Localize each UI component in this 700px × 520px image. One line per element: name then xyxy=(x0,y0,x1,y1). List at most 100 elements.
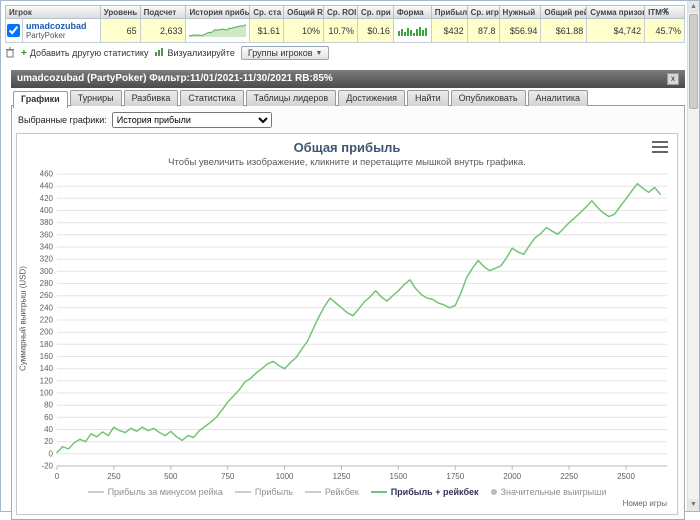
player-groups-button[interactable]: Группы игроков ▼ xyxy=(240,46,330,60)
scroll-down-icon[interactable]: ▼ xyxy=(688,499,699,511)
column-header-avg-games[interactable]: Ср. игр xyxy=(467,5,500,19)
panel-body: Выбранные графики: История прибыли Общая… xyxy=(11,106,685,520)
itm-value: 45.7% xyxy=(645,19,685,43)
tab-tournaments[interactable]: Турниры xyxy=(69,90,122,106)
legend-profit-plus-rakeback[interactable]: Прибыль + рейкбек xyxy=(370,487,479,497)
graph-select-row: Выбранные графики: История прибыли xyxy=(18,112,680,128)
add-statistic-button[interactable]: + Добавить другую статистику xyxy=(21,48,148,59)
row-checkbox-cell xyxy=(5,19,23,43)
level-value: 65 xyxy=(100,19,141,43)
panel-title: umadcozubad (PartyPoker) Фильтр:11/01/20… xyxy=(17,73,333,84)
tab-achievements[interactable]: Достижения xyxy=(338,90,405,106)
svg-text:250: 250 xyxy=(107,472,121,481)
avg-games-value: 87.8 xyxy=(467,19,500,43)
profit-chart[interactable]: Общая прибыль Чтобы увеличить изображени… xyxy=(16,133,678,515)
total-rake-value: $61.88 xyxy=(541,19,588,43)
column-header-level[interactable]: Уровень xyxy=(100,5,141,19)
tab-find[interactable]: Найти xyxy=(406,90,449,106)
chevron-down-icon: ▼ xyxy=(315,49,323,57)
svg-text:2250: 2250 xyxy=(560,472,578,481)
tab-breakdown[interactable]: Разбивка xyxy=(123,90,179,106)
profit-history-sparkline[interactable] xyxy=(186,19,251,43)
form-bars-chart xyxy=(397,26,427,36)
player-cell: umadcozubad PartyPoker xyxy=(22,19,101,43)
svg-text:1500: 1500 xyxy=(390,472,408,481)
svg-text:420: 420 xyxy=(40,194,54,203)
svg-text:500: 500 xyxy=(164,472,178,481)
scroll-up-icon[interactable]: ▲ xyxy=(688,1,699,13)
svg-text:220: 220 xyxy=(40,316,54,325)
svg-text:160: 160 xyxy=(40,352,54,361)
svg-text:240: 240 xyxy=(40,303,54,312)
chart-title: Общая прибыль xyxy=(293,140,401,155)
main-content: Игрок Уровень Подсчет История прибыли Ср… xyxy=(1,1,688,520)
svg-text:-20: -20 xyxy=(41,462,53,471)
svg-text:400: 400 xyxy=(40,206,54,215)
svg-text:360: 360 xyxy=(40,230,54,239)
stats-header-row: Игрок Уровень Подсчет История прибыли Ср… xyxy=(5,5,685,19)
chart-subtitle: Чтобы увеличить изображение, кликните и … xyxy=(168,157,526,168)
vertical-scrollbar[interactable]: ▲ ▼ xyxy=(687,1,699,511)
panel-tabs: Графики Турниры Разбивка Статистика Табл… xyxy=(11,88,685,108)
column-header-avg-roi[interactable]: Ср. ROI xyxy=(324,5,358,19)
player-row-checkbox[interactable] xyxy=(7,24,21,37)
player-detail-panel: umadcozubad (PartyPoker) Фильтр:11/01/20… xyxy=(11,70,685,520)
column-header-player[interactable]: Игрок xyxy=(5,5,101,19)
column-header-total-rake[interactable]: Общий рейк xyxy=(541,5,588,19)
form-cell xyxy=(393,19,432,43)
panel-close-button[interactable]: x xyxy=(667,73,679,85)
column-header-form[interactable]: Форма xyxy=(393,5,432,19)
table-row: umadcozubad PartyPoker 65 2,633 $1.61 10… xyxy=(5,19,685,43)
scrollbar-thumb[interactable] xyxy=(689,14,698,109)
sparkline-chart xyxy=(189,24,247,37)
svg-text:440: 440 xyxy=(40,182,54,191)
tab-publish[interactable]: Опубликовать xyxy=(450,90,526,106)
add-statistic-label: Добавить другую статистику xyxy=(29,48,149,58)
column-header-prize-sum[interactable]: Сумма призов xyxy=(587,5,646,19)
player-groups-label: Группы игроков xyxy=(247,48,313,58)
tab-leaderboards[interactable]: Таблицы лидеров xyxy=(245,90,337,106)
legend-label: Прибыль xyxy=(254,487,293,497)
player-stats-table: Игрок Уровень Подсчет История прибыли Ср… xyxy=(5,5,685,43)
selected-graphs-label: Выбранные графики: xyxy=(18,115,107,125)
svg-text:1000: 1000 xyxy=(276,472,294,481)
tab-statistics[interactable]: Статистика xyxy=(180,90,244,106)
legend-profit[interactable]: Прибыль xyxy=(234,487,293,497)
column-header-avg-stake[interactable]: Ср. ста xyxy=(250,5,285,19)
chart-menu-icon[interactable] xyxy=(652,141,668,156)
column-header-count[interactable]: Подсчет xyxy=(140,5,187,19)
needed-value: $56.94 xyxy=(499,19,542,43)
svg-text:60: 60 xyxy=(44,413,53,422)
legend-label: Значительные выигрыши xyxy=(500,487,607,497)
player-name-link[interactable]: umadcozubad xyxy=(26,21,87,31)
graph-select[interactable]: История прибыли xyxy=(111,112,272,128)
column-header-needed[interactable]: Нужный xyxy=(499,5,542,19)
svg-text:0: 0 xyxy=(55,472,60,481)
chart-icon xyxy=(154,47,164,59)
table-close-button[interactable]: x xyxy=(660,5,672,17)
legend-rakeback[interactable]: Рейкбек xyxy=(304,487,359,497)
svg-text:2500: 2500 xyxy=(617,472,635,481)
legend-line-marker xyxy=(234,491,251,493)
svg-text:40: 40 xyxy=(44,425,53,434)
svg-text:0: 0 xyxy=(49,449,54,458)
column-header-profit[interactable]: Прибыль xyxy=(431,5,468,19)
legend-profit-minus-rake[interactable]: Прибыль за минусом рейка xyxy=(87,487,223,497)
column-header-total-roi[interactable]: Общий ROI xyxy=(284,5,325,19)
svg-text:380: 380 xyxy=(40,218,54,227)
tab-graphs[interactable]: Графики xyxy=(13,91,68,108)
svg-text:1250: 1250 xyxy=(333,472,351,481)
visualize-button[interactable]: Визуализируйте xyxy=(154,47,235,59)
tab-analytics[interactable]: Аналитика xyxy=(527,90,589,106)
x-axis-title: Номер игры xyxy=(622,499,667,508)
svg-text:180: 180 xyxy=(40,340,54,349)
svg-text:1750: 1750 xyxy=(446,472,464,481)
svg-text:200: 200 xyxy=(40,328,54,337)
column-header-profit-history[interactable]: История прибыли xyxy=(186,5,251,19)
legend-significant-wins[interactable]: Значительные выигрыши xyxy=(490,487,607,497)
plus-icon: + xyxy=(21,47,27,59)
trash-icon[interactable] xyxy=(5,47,15,60)
avg-profit-value: $0.16 xyxy=(357,19,394,43)
column-header-avg-profit[interactable]: Ср. при xyxy=(357,5,394,19)
legend-label: Прибыль за минусом рейка xyxy=(107,487,223,497)
